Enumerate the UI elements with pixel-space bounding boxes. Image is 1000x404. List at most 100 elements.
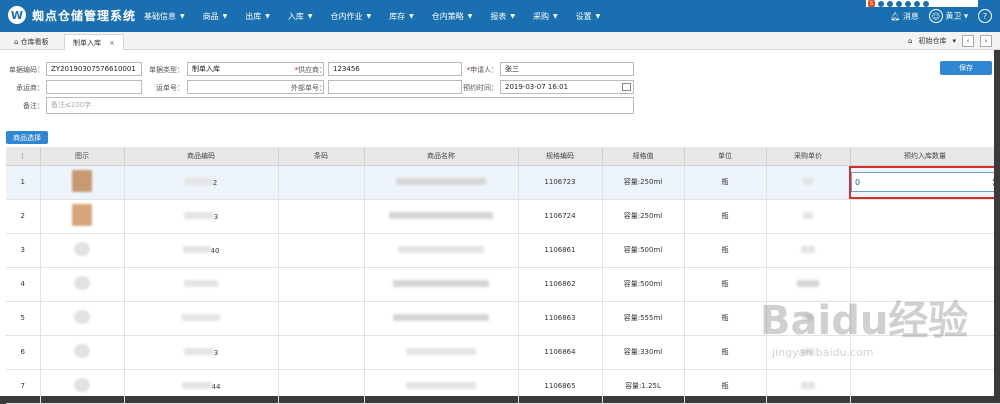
warehouse-icon: ⌂ xyxy=(908,37,913,45)
product-image xyxy=(72,204,92,226)
redacted-text xyxy=(803,211,813,219)
inbound-form: 单据编码： ZY20190307576610001 单据类型： 制单入库 *供应… xyxy=(0,50,1000,144)
close-icon[interactable]: × xyxy=(109,39,115,47)
product-image xyxy=(74,378,90,392)
applicant-label: *申请人： xyxy=(466,66,499,74)
chevron-down-icon: ▼ xyxy=(510,12,515,20)
chevron-down-icon: ▼ xyxy=(366,12,372,20)
col-unit-price: 采购单价 xyxy=(766,147,851,166)
chevron-down-icon: ▾ xyxy=(961,11,968,21)
carrier-label: 承运商： xyxy=(16,84,44,92)
warehouse-switcher[interactable]: ⌂ 初始仓库 ▾ ‹ › xyxy=(908,34,992,48)
redacted-text xyxy=(801,245,815,253)
redacted-text xyxy=(183,211,214,219)
user-menu[interactable]: ☺︎ 黄卫 ▾ xyxy=(928,9,968,23)
help-icon[interactable]: ? xyxy=(978,9,992,23)
table-row[interactable]: 5 1106863 容量:555ml 瓶 xyxy=(6,301,1000,336)
remark-textarea[interactable]: 备注≤200字 xyxy=(46,97,634,114)
column-menu-icon[interactable]: ⋮ xyxy=(6,147,41,166)
menu-warehouse-strategy[interactable]: 仓内策略 ▼ xyxy=(423,0,482,32)
redacted-text xyxy=(396,177,486,185)
external-no-field[interactable] xyxy=(328,80,462,94)
redacted-text xyxy=(801,381,815,389)
top-right-tools: 🔔︎ 消息 ☺︎ 黄卫 ▾ ? xyxy=(890,0,992,32)
menu-goods[interactable]: 商品 ▼ xyxy=(194,0,237,32)
redacted-text xyxy=(184,177,213,185)
app-title: 蜘点仓储管理系统 xyxy=(32,8,137,23)
product-image xyxy=(74,344,90,358)
table-row[interactable]: 3 40 1106861 容量:500ml 瓶 xyxy=(6,233,1000,268)
tab-bar: ⌂ 仓库看板 制单入库 × ⌂ 初始仓库 ▾ ‹ › xyxy=(0,32,1000,50)
logo-icon: W xyxy=(8,6,26,24)
table-row[interactable]: 4 1106862 容量:500ml 瓶 xyxy=(6,267,1000,302)
order-no-field[interactable]: ZY20190307576610001 xyxy=(46,62,142,76)
ime-dot-icon xyxy=(878,0,884,7)
carrier-field[interactable] xyxy=(46,80,142,94)
product-image xyxy=(74,276,90,290)
chevron-down-icon: ▼ xyxy=(553,12,558,20)
app-window: W 蜘点仓储管理系统 基础信息 ▼ 商品 ▼ 出库 ▼ 入库 ▼ 仓内作业 ▼ 库存 ▼ 仓… xyxy=(0,0,1000,404)
remark-label: 备注： xyxy=(23,102,44,110)
save-button[interactable]: 保存 xyxy=(940,61,992,75)
supplier-field[interactable]: 123456 xyxy=(328,62,462,76)
eta-label: 预约时间： xyxy=(463,84,498,92)
order-no-label: 单据编码： xyxy=(9,66,44,74)
redacted-text xyxy=(801,347,815,355)
redacted-text xyxy=(797,279,819,287)
redacted-text xyxy=(393,279,489,287)
product-image xyxy=(72,170,92,192)
table-header: ⋮ 图示 商品编码 条码 商品名称 规格编码 规格值 单位 采购单价 预约入库数… xyxy=(6,147,1000,166)
redacted-text xyxy=(406,347,476,355)
applicant-field[interactable]: 张三 xyxy=(500,62,634,76)
table-row[interactable]: 7 44 1106865 容量:1.25L 瓶 xyxy=(6,369,1000,404)
eta-field[interactable]: 2019-03-07 16:01 xyxy=(500,80,634,94)
menu-settings[interactable]: 设置 ▼ xyxy=(567,0,610,32)
chevron-down-icon: ▼ xyxy=(180,12,185,20)
menu-stock[interactable]: 库存 ▼ xyxy=(380,0,423,32)
user-icon: ☺︎ xyxy=(928,9,943,23)
redacted-text xyxy=(181,381,212,389)
menu-warehouse-ops[interactable]: 仓内作业 ▼ xyxy=(322,0,381,32)
redacted-text xyxy=(802,313,814,321)
redacted-text xyxy=(182,245,211,253)
chevron-down-icon: ▼ xyxy=(467,12,473,20)
chevron-down-icon: ▼ xyxy=(222,12,228,20)
tab-warehouse-dashboard[interactable]: ⌂ 仓库看板 xyxy=(6,34,57,50)
chevron-down-icon: ▼ xyxy=(595,12,601,20)
tab-scroll-left-icon[interactable]: ‹ xyxy=(962,35,974,47)
tab-scroll-right-icon[interactable]: › xyxy=(980,35,992,47)
product-image xyxy=(74,242,90,256)
table-row[interactable]: 2 3 1106724 容量:250ml 瓶 xyxy=(6,199,1000,234)
col-barcode: 条码 xyxy=(278,147,365,166)
app-logo[interactable]: W 蜘点仓储管理系统 xyxy=(8,6,136,24)
redacted-text xyxy=(182,313,220,321)
menu-basic-info[interactable]: 基础信息 ▼ xyxy=(135,0,194,32)
top-navbar: W 蜘点仓储管理系统 基础信息 ▼ 商品 ▼ 出库 ▼ 入库 ▼ 仓内作业 ▼ 库存 ▼ 仓… xyxy=(0,0,1000,32)
calendar-icon[interactable] xyxy=(622,83,631,91)
menu-outbound[interactable]: 出库 ▼ xyxy=(236,0,279,32)
table-row[interactable]: 6 3 1106864 容量:330ml 瓶 xyxy=(6,335,1000,370)
chevron-down-icon: ▼ xyxy=(409,12,414,20)
menu-reports[interactable]: 报表 ▼ xyxy=(481,0,524,32)
message-button[interactable]: 🔔︎ 消息 xyxy=(890,11,919,22)
window-edge xyxy=(994,50,1000,396)
product-image xyxy=(74,310,90,324)
order-type-label: 单据类型： xyxy=(149,66,184,74)
menu-inbound[interactable]: 入库 ▼ xyxy=(279,0,322,32)
chevron-down-icon: ▼ xyxy=(265,12,270,20)
redacted-text xyxy=(393,313,489,321)
redacted-text xyxy=(389,211,493,219)
redacted-text xyxy=(398,245,484,253)
chevron-down-icon: ▼ xyxy=(307,12,313,20)
col-spec-code: 规格编码 xyxy=(518,147,603,166)
col-image: 图示 xyxy=(40,147,125,166)
redacted-text xyxy=(184,279,218,287)
menu-purchase[interactable]: 采购 ▼ xyxy=(524,0,567,32)
bell-icon: 🔔︎ xyxy=(890,11,901,21)
external-no-label: 外部单号： xyxy=(291,84,326,92)
select-goods-button[interactable]: 商品选择 xyxy=(6,131,48,144)
col-goods-name: 商品名称 xyxy=(364,147,519,166)
highlight-box xyxy=(849,166,1000,199)
tab-manual-inbound[interactable]: 制单入库 × xyxy=(64,34,124,50)
waybill-label: 运单号： xyxy=(156,84,184,92)
